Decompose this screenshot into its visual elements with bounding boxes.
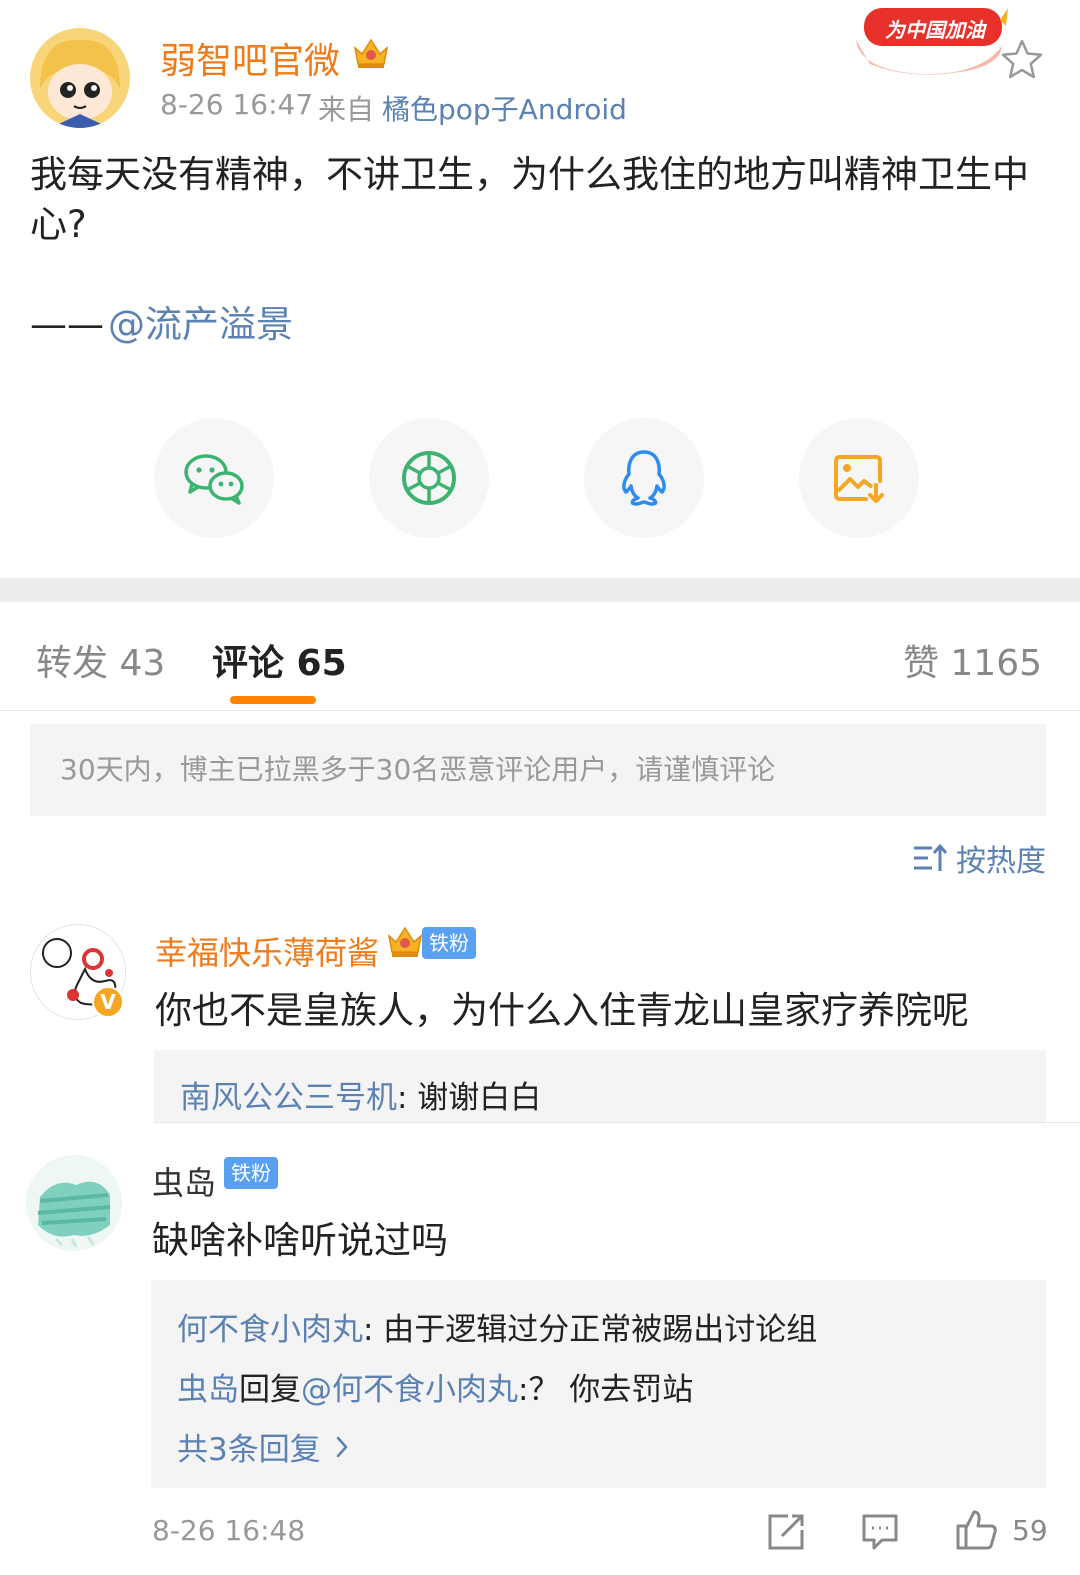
crown-badge-icon xyxy=(352,36,390,70)
sort-by-hot-button[interactable]: 按热度 xyxy=(912,836,1046,880)
tab-likes[interactable]: 赞 1165 xyxy=(903,634,1042,686)
post-signature-dash: —— xyxy=(30,303,104,346)
reply-verb: 回复 xyxy=(239,1372,301,1408)
reply-comment-icon[interactable] xyxy=(860,1512,900,1552)
tabs-divider xyxy=(0,710,1080,711)
tab-active-indicator xyxy=(230,696,316,704)
fan-badge: 铁粉 xyxy=(422,927,476,959)
author-name[interactable]: 弱智吧官微 xyxy=(160,32,340,84)
like-count: 59 xyxy=(1012,1514,1048,1547)
reply-author[interactable]: 南风公公三号机 xyxy=(180,1080,397,1116)
favorite-star-icon[interactable] xyxy=(998,36,1046,84)
reply-box[interactable]: 南风公公三号机: 谢谢白白 xyxy=(154,1050,1046,1122)
share-comment-icon[interactable] xyxy=(766,1512,806,1552)
comment-text: 缺啥补啥听说过吗 xyxy=(152,1219,448,1262)
reply-box[interactable]: 何不食小肉丸: 由于逻辑过分正常被踢出讨论组 虫岛回复@何不食小肉丸:？ 你去罚… xyxy=(151,1280,1046,1488)
share-wechat-button[interactable] xyxy=(154,418,274,538)
avatar-illustration xyxy=(26,1155,122,1251)
post-source-app[interactable]: 橘色pop子Android xyxy=(382,88,627,128)
comment-time: 8-26 16:48 xyxy=(152,1514,306,1547)
post-signature-mention[interactable]: @流产溢景 xyxy=(108,300,293,350)
qq-icon xyxy=(622,450,666,506)
comment-author[interactable]: 虫岛 xyxy=(152,1158,216,1204)
reply-text: :？ 你去罚站 xyxy=(518,1372,694,1408)
reply-text: : 谢谢白白 xyxy=(397,1080,542,1116)
verified-v-icon: V xyxy=(92,986,124,1018)
reply-mention[interactable]: @何不食小肉丸 xyxy=(301,1372,518,1408)
save-image-icon xyxy=(834,455,884,503)
more-replies-link[interactable]: 共3条回复 xyxy=(177,1424,349,1469)
reply-line: 南风公公三号机: 谢谢白白 xyxy=(180,1072,541,1117)
section-divider xyxy=(0,578,1080,602)
sort-label: 按热度 xyxy=(956,844,1046,879)
post-text: 我每天没有精神，不讲卫生，为什么我住的地方叫精神卫生中心? xyxy=(30,153,1029,246)
reply-line: 虫岛回复@何不食小肉丸:？ 你去罚站 xyxy=(177,1364,693,1409)
comment-avatar[interactable] xyxy=(26,1155,122,1251)
comment-divider xyxy=(154,1122,1080,1123)
author-avatar[interactable] xyxy=(30,28,130,128)
comment-notice: 30天内，博主已拉黑多于30名恶意评论用户，请谨慎评论 xyxy=(30,724,1046,816)
tab-comments[interactable]: 评论 65 xyxy=(212,634,347,686)
post-time: 8-26 16:47 xyxy=(160,88,314,121)
reply-author[interactable]: 何不食小肉丸 xyxy=(177,1312,363,1348)
reply-line: 何不食小肉丸: 由于逻辑过分正常被踢出讨论组 xyxy=(177,1304,817,1349)
share-moments-button[interactable] xyxy=(369,418,489,538)
crown-badge-icon xyxy=(386,924,424,960)
promo-badge-text: 为中国加油 xyxy=(885,18,985,42)
fan-badge: 铁粉 xyxy=(224,1157,278,1189)
wechat-icon xyxy=(184,454,244,505)
sort-icon xyxy=(914,844,948,871)
moments-icon xyxy=(402,451,456,505)
chevron-right-icon xyxy=(336,1436,347,1457)
more-replies-label: 共3条回复 xyxy=(177,1432,321,1468)
tab-repost[interactable]: 转发 43 xyxy=(36,634,165,686)
promo-badge[interactable]: 为中国加油 xyxy=(850,0,1010,80)
comment-text: 你也不是皇族人，为什么入住青龙山皇家疗养院呢 xyxy=(155,989,969,1032)
share-qq-button[interactable] xyxy=(584,418,704,538)
reply-author[interactable]: 虫岛 xyxy=(177,1372,239,1408)
comment-author[interactable]: 幸福快乐薄荷酱 xyxy=(155,928,379,974)
avatar-illustration xyxy=(30,28,130,128)
reply-text: : 由于逻辑过分正常被踢出讨论组 xyxy=(363,1312,818,1348)
like-thumb-icon[interactable] xyxy=(954,1508,998,1552)
post-source-label: 来自 xyxy=(318,93,375,126)
save-image-button[interactable] xyxy=(799,418,919,538)
